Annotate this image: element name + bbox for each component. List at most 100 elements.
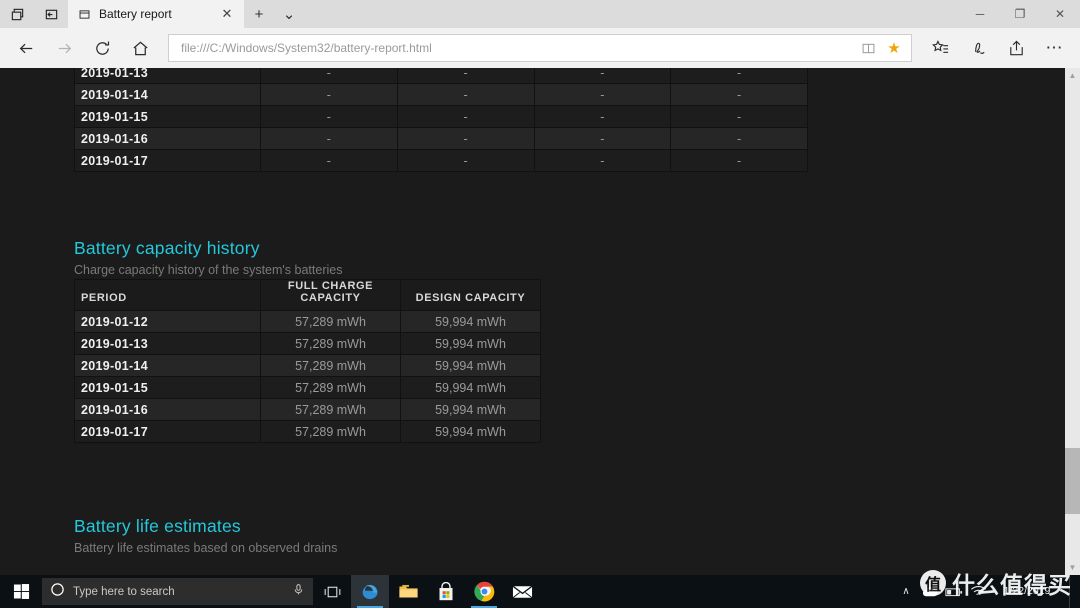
search-placeholder-text: Type here to search (73, 585, 175, 598)
scroll-down-arrow-icon[interactable]: ▼ (1065, 560, 1080, 575)
taskbar-clock[interactable]: 1/22/2019 (991, 585, 1067, 598)
cell-value: - (670, 68, 808, 84)
cell-period: 2019-01-13 (74, 68, 261, 84)
cell-design-capacity: 59,994 mWh (400, 310, 541, 333)
forward-button[interactable] (46, 32, 82, 64)
table-row: 2019-01-17 57,289 mWh 59,994 mWh (74, 420, 541, 443)
edge-icon[interactable] (351, 575, 389, 608)
cell-period: 2019-01-14 (74, 83, 261, 106)
cell-value: - (260, 68, 398, 84)
table-row: 2019-01-15 - - - - (74, 105, 808, 128)
table-header-row: PERIOD FULL CHARGE CAPACITY DESIGN CAPAC… (74, 279, 541, 311)
scrollbar-thumb[interactable] (1065, 448, 1080, 514)
clock-date: 1/22/2019 (1003, 585, 1051, 597)
cell-full-charge: 57,289 mWh (260, 398, 401, 421)
chrome-icon[interactable] (465, 575, 503, 608)
share-icon[interactable] (998, 32, 1034, 64)
cell-period: 2019-01-15 (74, 376, 261, 399)
header-full-charge-line1: FULL CHARGE (287, 280, 374, 292)
cell-period: 2019-01-13 (74, 332, 261, 355)
table-row: 2019-01-16 - - - - (74, 127, 808, 150)
cell-full-charge: 57,289 mWh (260, 420, 401, 443)
home-button[interactable] (122, 32, 158, 64)
microphone-icon[interactable] (292, 583, 305, 601)
table-row: 2019-01-14 - - - - (74, 83, 808, 106)
cell-design-capacity: 59,994 mWh (400, 420, 541, 443)
tab-dropdown-icon[interactable]: ⌄ (274, 0, 304, 28)
tab-preview-icon[interactable] (0, 0, 34, 28)
cell-value: - (670, 83, 808, 106)
close-button[interactable]: ✕ (1040, 0, 1080, 28)
cell-design-capacity: 59,994 mWh (400, 376, 541, 399)
wifi-icon[interactable] (967, 575, 989, 608)
system-tray: ∧ 1/22/2019 (895, 575, 1080, 608)
screen: Battery report ✕ + ⌄ ─ ❐ ✕ file:///C:/Wi… (0, 0, 1080, 608)
cell-value: - (670, 149, 808, 172)
microsoft-store-icon[interactable] (427, 575, 465, 608)
set-aside-tabs-icon[interactable] (34, 0, 68, 28)
browser-toolbar: file:///C:/Windows/System32/battery-repo… (0, 28, 1080, 68)
minimize-button[interactable]: ─ (960, 0, 1000, 28)
search-input[interactable]: Type here to search (42, 578, 313, 605)
file-explorer-icon[interactable] (389, 575, 427, 608)
web-notes-icon[interactable] (960, 32, 996, 64)
cell-period: 2019-01-15 (74, 105, 261, 128)
refresh-button[interactable] (84, 32, 120, 64)
cell-full-charge: 57,289 mWh (260, 332, 401, 355)
favorites-hub-icon[interactable] (922, 32, 958, 64)
cell-design-capacity: 59,994 mWh (400, 398, 541, 421)
capacity-history-title: Battery capacity history (74, 238, 260, 258)
window-controls: ─ ❐ ✕ (960, 0, 1080, 28)
header-full-charge-line2: CAPACITY (300, 292, 361, 304)
cell-design-capacity: 59,994 mWh (400, 332, 541, 355)
page-scrollbar[interactable]: ▲ ▼ (1065, 68, 1080, 575)
header-period: PERIOD (74, 279, 261, 311)
cell-value: - (396, 83, 535, 106)
capacity-history-subtitle: Charge capacity history of the system's … (74, 263, 343, 277)
reading-view-icon[interactable] (855, 36, 881, 60)
page-icon (78, 8, 91, 21)
cell-full-charge: 57,289 mWh (260, 354, 401, 377)
more-options-button[interactable]: ⋯ (1036, 32, 1072, 64)
cell-value: - (533, 105, 672, 128)
new-tab-button[interactable]: + (244, 0, 274, 28)
restore-button[interactable]: ❐ (1000, 0, 1040, 28)
table-row: 2019-01-12 57,289 mWh 59,994 mWh (74, 310, 541, 333)
scroll-up-arrow-icon[interactable]: ▲ (1065, 68, 1080, 83)
onedrive-cloud-icon[interactable] (919, 575, 941, 608)
table-row: 2019-01-16 57,289 mWh 59,994 mWh (74, 398, 541, 421)
cell-value: - (260, 149, 398, 172)
mail-icon[interactable] (503, 575, 541, 608)
address-bar[interactable]: file:///C:/Windows/System32/battery-repo… (168, 34, 912, 62)
table-row: 2019-01-15 57,289 mWh 59,994 mWh (74, 376, 541, 399)
capacity-history-table: PERIOD FULL CHARGE CAPACITY DESIGN CAPAC… (74, 279, 541, 443)
tab-close-icon[interactable]: ✕ (216, 3, 238, 25)
header-full-charge-capacity: FULL CHARGE CAPACITY (260, 279, 401, 311)
cell-period: 2019-01-17 (74, 149, 261, 172)
show-desktop-button[interactable] (1069, 575, 1076, 608)
header-design-capacity: DESIGN CAPACITY (400, 279, 541, 311)
tray-chevron-up-icon[interactable]: ∧ (895, 575, 917, 608)
windows-start-icon[interactable] (0, 575, 42, 608)
table-row: 2019-01-17 - - - - (74, 149, 808, 172)
cell-value: - (396, 127, 535, 150)
cell-full-charge: 57,289 mWh (260, 376, 401, 399)
cell-value: - (396, 105, 535, 128)
life-estimates-title: Battery life estimates (74, 516, 241, 536)
cell-full-charge: 57,289 mWh (260, 310, 401, 333)
page-content: 2019-01-13 - - - - 2019-01-14 - - - - 20… (0, 68, 1065, 575)
back-button[interactable] (8, 32, 44, 64)
cell-period: 2019-01-17 (74, 420, 261, 443)
favorite-star-icon[interactable]: ★ (881, 36, 907, 60)
tab-battery-report[interactable]: Battery report ✕ (68, 0, 244, 28)
cell-period: 2019-01-16 (74, 127, 261, 150)
cell-design-capacity: 59,994 mWh (400, 354, 541, 377)
table-row: 2019-01-13 57,289 mWh 59,994 mWh (74, 332, 541, 355)
battery-icon[interactable] (943, 575, 965, 608)
cell-period: 2019-01-12 (74, 310, 261, 333)
battery-report-page: 2019-01-13 - - - - 2019-01-14 - - - - 20… (0, 68, 1080, 575)
life-estimates-subtitle: Battery life estimates based on observed… (74, 541, 338, 555)
usage-history-body: 2019-01-13 - - - - 2019-01-14 - - - - 20… (74, 68, 808, 172)
tab-strip: Battery report ✕ + ⌄ ─ ❐ ✕ (0, 0, 1080, 28)
task-view-icon[interactable] (313, 575, 351, 608)
